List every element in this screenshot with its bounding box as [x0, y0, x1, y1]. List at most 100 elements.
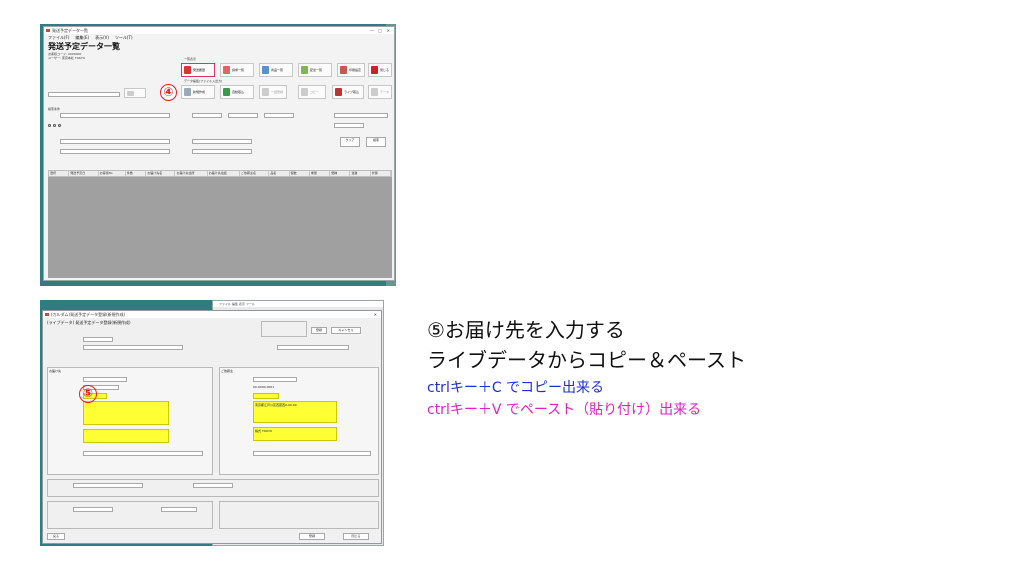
grid-header: 選択 発送予定日 お客様No 件数 お届け先名 お届け先住所 お届け先電話 ご依… — [48, 170, 392, 177]
sender-address-field[interactable]: 東京都江戸川区西葛西0-00-00 — [253, 401, 337, 423]
recipient-address-field[interactable] — [83, 401, 169, 425]
new-icon — [184, 88, 191, 96]
close-icon[interactable]: ✕ — [387, 27, 390, 34]
sender-name-field[interactable]: 株式 TOKYO — [253, 427, 337, 441]
user-select[interactable] — [334, 113, 388, 118]
grid-col[interactable]: 個数 — [290, 171, 310, 176]
data-grid[interactable] — [48, 177, 392, 278]
menu-edit[interactable]: 編集(E) — [75, 34, 89, 41]
group-label-list: 一覧表示 — [184, 57, 197, 61]
product-icon — [262, 66, 269, 74]
sender-code-field[interactable] — [253, 377, 297, 382]
registration-window-title: (カルダム)発送予定データ登録(新規作成) — [51, 312, 126, 317]
recipient-mail-field[interactable] — [83, 451, 203, 456]
minimize-icon[interactable]: — — [370, 27, 374, 34]
shipment-list-window: 発送予定データ一覧 — □ ✕ ファイル(F) 編集(E) 表示(V) ツール(… — [43, 26, 395, 281]
grid-col[interactable]: 件数 — [126, 171, 147, 176]
search-small-button[interactable] — [124, 88, 146, 98]
copy-button[interactable]: コピー — [298, 85, 326, 99]
back-button[interactable]: 戻る — [47, 533, 65, 540]
app-icon — [45, 313, 49, 316]
app-icon — [46, 29, 50, 32]
filter-field-4[interactable] — [264, 113, 294, 118]
menu-view[interactable]: 表示(V) — [95, 34, 109, 41]
item-count-field[interactable] — [193, 483, 233, 488]
grid-col[interactable]: お届け先電話 — [208, 171, 241, 176]
auto-import-button[interactable]: 自動取込 — [220, 85, 254, 99]
period-select[interactable] — [48, 92, 120, 97]
grid-col[interactable]: 選択 — [49, 171, 70, 176]
menu-tools[interactable]: ツール(T) — [115, 34, 133, 41]
product-list-button[interactable]: 商品一覧 — [259, 63, 293, 77]
import-icon — [223, 88, 230, 96]
filter-field-8[interactable] — [192, 149, 252, 154]
recipient-section-label: お届け先 — [49, 369, 62, 373]
filter-field-5[interactable] — [60, 139, 170, 144]
recipient-name-field[interactable] — [83, 429, 169, 443]
recipient-code-field[interactable] — [83, 377, 127, 382]
delivery-list-button[interactable]: 配達一覧 — [298, 63, 332, 77]
grid-col[interactable]: 状態 — [371, 171, 391, 176]
new-create-button[interactable]: 新規作成 — [181, 85, 215, 99]
grid-col[interactable]: 重量 — [310, 171, 331, 176]
top-screenshot: 発送予定データ一覧 — □ ✕ ファイル(F) 編集(E) 表示(V) ツール(… — [40, 24, 396, 286]
close-icon[interactable]: ✕ — [374, 311, 377, 318]
print-settings-button[interactable]: 印刷設定 — [337, 63, 365, 77]
grid-col[interactable]: お客様No — [99, 171, 126, 176]
close-bottom-button[interactable]: 閉じる — [343, 533, 369, 540]
maximize-icon[interactable]: □ — [378, 27, 382, 34]
filter-field-7[interactable] — [60, 149, 170, 154]
filter-field-3[interactable] — [228, 113, 258, 118]
sender-name-value: 株式 TOKYO — [255, 429, 273, 433]
step-4-marker: ④ — [160, 84, 177, 101]
cancel-top-button[interactable]: キャンセル — [331, 327, 361, 334]
register-top-button[interactable]: 登録 — [311, 327, 327, 334]
billing-icon — [223, 66, 230, 74]
billing-list-button[interactable]: 請求一覧 — [220, 63, 254, 77]
live-import-button[interactable]: ライブ取込 — [332, 85, 364, 99]
delivery-type-select[interactable] — [277, 345, 349, 350]
step-5-marker: ⑤ — [79, 385, 97, 403]
bottom-screenshot: ファイル 編集 表示 ツール (カルダム)発送予定データ登録(新規作成) ✕ (… — [40, 300, 384, 546]
sender-zip-field[interactable] — [253, 393, 279, 399]
history-button[interactable]: 発送履歴 — [181, 63, 215, 77]
grid-col[interactable]: お届け先住所 — [175, 171, 208, 176]
sender-section-label: ご依頼主 — [221, 369, 234, 373]
grid-col[interactable]: 便種 — [330, 171, 351, 176]
exit-icon — [371, 66, 378, 74]
ship-date-field[interactable] — [83, 337, 113, 342]
clear-button[interactable]: クリア — [340, 137, 360, 147]
status-radios[interactable] — [48, 123, 62, 127]
print-icon — [340, 66, 347, 74]
background-window-menu: ファイル 編集 表示 ツール — [213, 301, 383, 307]
option-field-1[interactable] — [73, 507, 113, 512]
bulk-register-button[interactable]: 一括登録 — [259, 85, 287, 99]
paste-hint: ctrlキー＋V でペースト（貼り付け）出来る — [427, 402, 702, 418]
sender-mail-field[interactable] — [253, 451, 371, 456]
grid-col[interactable]: 発送予定日 — [69, 171, 99, 176]
data-count-select[interactable] — [334, 123, 364, 128]
filter-field-2[interactable] — [192, 113, 222, 118]
filter-field-1[interactable] — [60, 113, 170, 118]
item-name-field[interactable] — [73, 483, 143, 488]
data-button[interactable]: データ — [368, 85, 392, 99]
sender-phone-value: 00-0000-0001 — [253, 385, 275, 389]
grid-col[interactable]: 運賃 — [350, 171, 371, 176]
option-field-2[interactable] — [161, 507, 197, 512]
search-button[interactable]: 検索 — [366, 137, 386, 147]
register-bottom-button[interactable]: 登録 — [299, 533, 325, 540]
window-title: 発送予定データ一覧 — [52, 28, 88, 33]
grid-col[interactable]: ご依頼主名 — [240, 171, 270, 176]
menu-file[interactable]: ファイル(F) — [48, 34, 69, 41]
group-label-edit: データ編集(ファイル入出力) — [184, 79, 223, 83]
close-window-button[interactable]: 閉じる — [368, 63, 392, 77]
grid-col[interactable]: 品名 — [269, 171, 290, 176]
grid-col[interactable]: お届け先名 — [146, 171, 176, 176]
data-icon — [371, 88, 378, 96]
copy-paste-instruction: ライブデータからコピー＆ペースト — [427, 348, 746, 372]
window-titlebar: 発送予定データ一覧 — □ ✕ — [44, 27, 394, 34]
ship-type-field[interactable] — [83, 345, 183, 350]
registration-titlebar: (カルダム)発送予定データ登録(新規作成) ✕ — [43, 311, 381, 318]
filter-field-6[interactable] — [192, 139, 252, 144]
page-title: 発送予定データ一覧 — [48, 42, 120, 51]
